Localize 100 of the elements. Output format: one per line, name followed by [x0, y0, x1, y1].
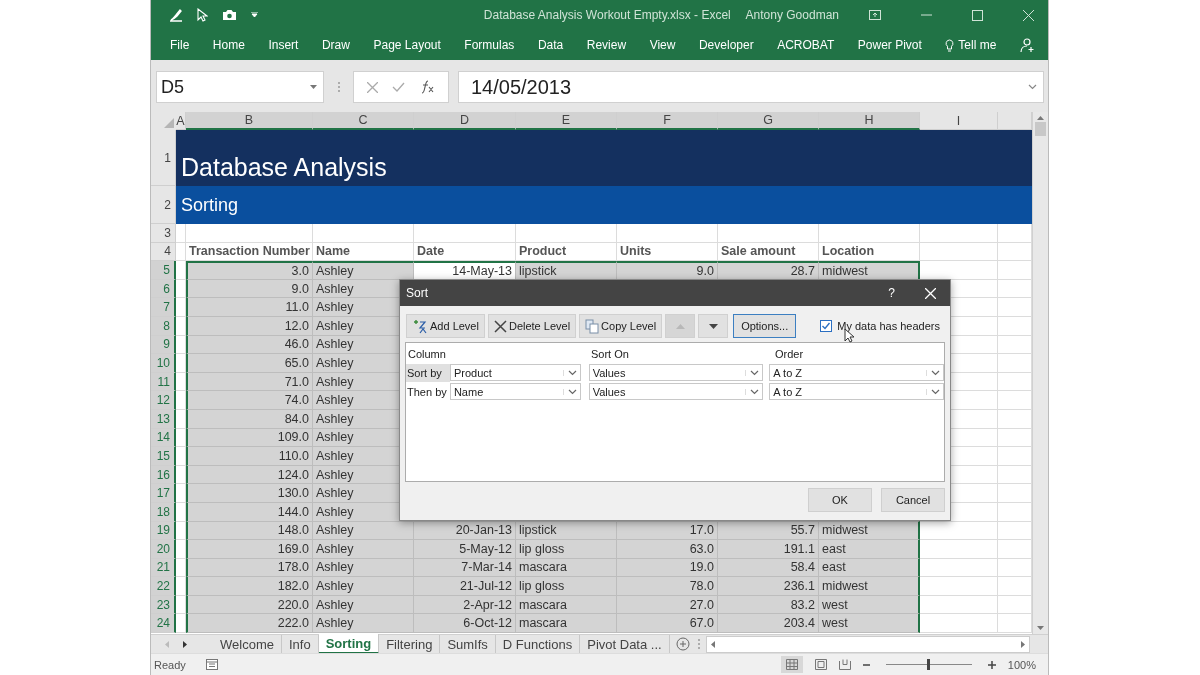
- scroll-up-icon[interactable]: [1037, 116, 1044, 120]
- macro-recorder-icon[interactable]: [205, 659, 218, 670]
- column-header[interactable]: D: [414, 112, 516, 130]
- table-cell[interactable]: 3.0: [186, 261, 313, 280]
- ok-button[interactable]: OK: [808, 488, 872, 512]
- normal-view-icon[interactable]: [785, 659, 798, 670]
- copy-level-button[interactable]: Copy Level: [579, 314, 663, 338]
- row-header[interactable]: 15: [151, 447, 176, 466]
- level-label[interactable]: Sort by: [406, 363, 450, 382]
- ribbon-tab[interactable]: Data: [537, 38, 564, 52]
- table-cell[interactable]: [617, 224, 718, 243]
- ribbon-tab[interactable]: File: [170, 38, 190, 52]
- column-dropdown[interactable]: Name: [449, 383, 581, 400]
- table-cell[interactable]: 14-May-13: [414, 261, 516, 280]
- table-cell[interactable]: [414, 224, 516, 243]
- select-all-icon[interactable]: [164, 118, 174, 128]
- table-cell[interactable]: lip gloss: [516, 540, 617, 559]
- column-header[interactable]: G: [718, 112, 819, 130]
- table-cell[interactable]: [920, 595, 998, 615]
- table-cell[interactable]: Ashley: [313, 540, 414, 559]
- table-cell[interactable]: [186, 224, 313, 243]
- table-cell[interactable]: midwest: [819, 577, 920, 596]
- cancel-icon[interactable]: [367, 81, 379, 93]
- formula-field[interactable]: 14/05/2013: [458, 71, 1044, 103]
- scroll-right-icon[interactable]: [1021, 640, 1025, 648]
- row-header[interactable]: 5: [151, 261, 176, 280]
- column-header[interactable]: [998, 112, 1032, 130]
- delete-level-button[interactable]: Delete Level: [487, 314, 577, 338]
- column-header[interactable]: H: [819, 112, 920, 130]
- name-box[interactable]: D5: [156, 71, 324, 103]
- row-header[interactable]: 3: [151, 224, 176, 243]
- table-cell[interactable]: [176, 242, 186, 262]
- table-cell[interactable]: Ashley: [313, 577, 414, 596]
- column-header[interactable]: B: [186, 112, 313, 130]
- checkbox-label[interactable]: My data has headers: [837, 320, 940, 332]
- horizontal-scrollbar[interactable]: [705, 635, 1030, 653]
- table-cell[interactable]: 67.0: [617, 614, 718, 634]
- user-name[interactable]: Antony Goodman: [745, 8, 839, 22]
- scroll-down-icon[interactable]: [1037, 626, 1044, 630]
- table-cell[interactable]: [516, 224, 617, 243]
- pen-icon[interactable]: [169, 8, 183, 22]
- table-cell[interactable]: [920, 558, 998, 578]
- table-cell[interactable]: 9.0: [617, 261, 718, 280]
- table-cell[interactable]: Ashley: [313, 614, 414, 634]
- maximize-icon[interactable]: [972, 9, 983, 21]
- ribbon-display-icon[interactable]: [869, 10, 881, 20]
- row-header[interactable]: 2: [151, 186, 176, 224]
- column-header[interactable]: I: [920, 112, 998, 130]
- move-down-button[interactable]: [698, 314, 729, 338]
- row-header[interactable]: 12: [151, 391, 176, 410]
- table-cell[interactable]: lipstick: [516, 261, 617, 280]
- checkbox[interactable]: [820, 320, 833, 332]
- zoom-in-icon[interactable]: [987, 660, 996, 669]
- table-cell[interactable]: west: [819, 614, 920, 634]
- row-header[interactable]: 17: [151, 484, 176, 503]
- camera-icon[interactable]: [222, 9, 237, 21]
- add-level-button[interactable]: Add Level: [406, 314, 485, 338]
- table-cell[interactable]: 130.0: [186, 484, 313, 503]
- table-cell[interactable]: [313, 224, 414, 243]
- table-cell[interactable]: [920, 614, 998, 634]
- scroll-left-icon[interactable]: [710, 640, 715, 648]
- close-icon[interactable]: [1023, 9, 1034, 21]
- ribbon-tab[interactable]: Power Pivot: [857, 38, 922, 52]
- caret-icon[interactable]: [310, 85, 317, 89]
- table-cell[interactable]: east: [819, 540, 920, 559]
- ribbon-tab[interactable]: Review: [586, 38, 627, 52]
- ribbon-tab[interactable]: ACROBAT: [777, 38, 835, 52]
- table-cell[interactable]: [920, 540, 998, 559]
- page-layout-icon[interactable]: [814, 659, 827, 670]
- scroll-right-icon[interactable]: [183, 640, 187, 648]
- help-button[interactable]: ?: [888, 286, 895, 300]
- row-header[interactable]: 22: [151, 577, 176, 596]
- table-cell[interactable]: 63.0: [617, 540, 718, 559]
- table-cell[interactable]: 78.0: [617, 577, 718, 596]
- sort-on-dropdown[interactable]: Values: [588, 383, 764, 400]
- table-cell[interactable]: 236.1: [718, 577, 819, 596]
- table-cell[interactable]: [920, 577, 998, 596]
- scrollbar-thumb[interactable]: [1035, 122, 1046, 136]
- table-cell[interactable]: 182.0: [186, 577, 313, 596]
- tell-me-field[interactable]: Tell me: [945, 38, 997, 52]
- ribbon-tab[interactable]: Page Layout: [373, 38, 441, 52]
- row-header[interactable]: 7: [151, 298, 176, 317]
- ribbon-tab[interactable]: Developer: [698, 38, 754, 52]
- order-dropdown[interactable]: A to Z: [769, 364, 944, 381]
- column-header[interactable]: F: [617, 112, 718, 130]
- person-add-icon[interactable]: [1019, 37, 1036, 53]
- table-cell[interactable]: 203.4: [718, 614, 819, 634]
- function-icon[interactable]: [419, 80, 435, 94]
- table-cell[interactable]: 6-Oct-12: [414, 614, 516, 634]
- table-cell[interactable]: 11.0: [186, 298, 313, 317]
- ribbon-tab[interactable]: Draw: [321, 38, 350, 52]
- table-cell[interactable]: 5-May-12: [414, 540, 516, 559]
- table-cell[interactable]: [718, 224, 819, 243]
- table-cell[interactable]: [176, 224, 186, 243]
- table-cell[interactable]: Ashley: [313, 261, 414, 280]
- row-header[interactable]: 1: [151, 130, 176, 186]
- table-cell[interactable]: 74.0: [186, 391, 313, 410]
- check-icon[interactable]: [392, 82, 406, 92]
- chevron-down-icon[interactable]: [1028, 84, 1037, 90]
- row-header[interactable]: 24: [151, 614, 176, 634]
